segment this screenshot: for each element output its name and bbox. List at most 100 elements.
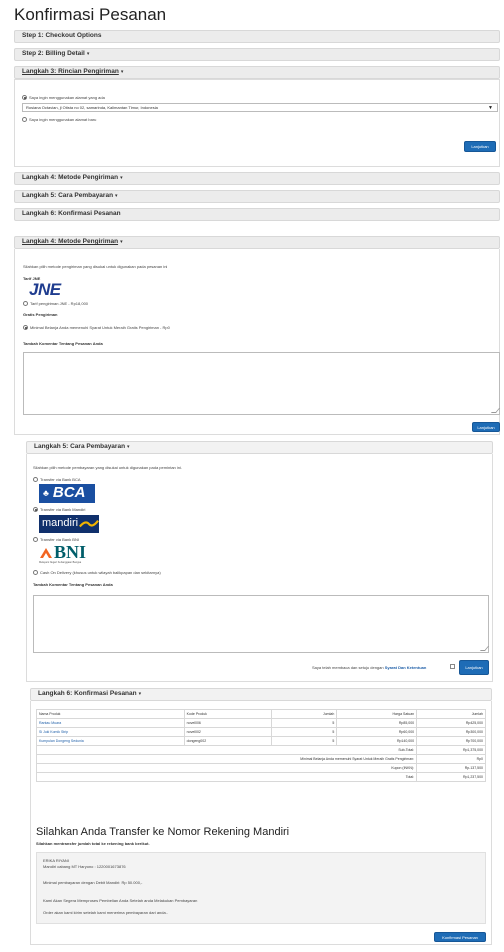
min-payment-note: Minimal pembayaran dengan Debit Mandiri:…: [43, 880, 143, 885]
new-address-label: Saya ingin menggunakan alamat baru: [29, 117, 97, 122]
step-3-title: Langkah 3: Rincian Pengiriman: [22, 68, 119, 76]
bca-emblem-icon: ♣: [43, 487, 49, 498]
account-name: ERIKA RIYANI: [43, 858, 69, 863]
address-select[interactable]: Rosiana Octavian, jl Otista no 02, samar…: [22, 103, 498, 112]
header-product-code: Kode Produk: [183, 709, 273, 719]
bca-logo: ♣ BCA: [39, 484, 95, 503]
radio-mandiri[interactable]: [33, 507, 38, 512]
product-price: Rp60,000: [336, 727, 418, 737]
bni-tagline: Melayani Negeri Kebanggaan Bangsa: [39, 561, 82, 564]
caret-icon: ▾: [127, 444, 130, 451]
shipping-note: Order akan kami kirim setelah kami mener…: [43, 910, 168, 915]
terms-checkbox[interactable]: [450, 664, 455, 669]
product-qty: 5: [271, 727, 338, 737]
step-1-title: Step 1: Checkout Options: [22, 32, 102, 40]
terms-prefix: Saya telah membaca dan setuju dengan: [312, 665, 384, 670]
bni-logo-text: BNI: [54, 542, 87, 562]
table-row: Si Juki Komik Strip novel002 5 Rp60,000 …: [36, 727, 486, 737]
product-total: Rp300,000: [416, 727, 486, 737]
panel-step-5-collapsed[interactable]: Langkah 5: Cara Pembayaran ▾: [14, 190, 500, 203]
subtotal-label: Sub-Total:: [35, 745, 418, 755]
order-table: Nama Produk Kode Produk Jumlah Harga Sat…: [35, 709, 486, 782]
product-code: novel002: [183, 727, 273, 737]
transfer-subheading: Silahkan mentransfer jumlah total ke rek…: [36, 841, 150, 846]
shipping-intro: Silahkan pilih metode pengiriman yang di…: [23, 264, 168, 269]
address-select-value: Rosiana Octavian, jl Otista no 02, samar…: [26, 105, 158, 110]
panel-step-2[interactable]: Step 2: Billing Detail ▾: [14, 48, 500, 61]
product-total: Rp425,000: [416, 718, 486, 728]
continue-button-step3[interactable]: Lanjutkan: [464, 141, 496, 152]
panel-step-5[interactable]: Langkah 5: Cara Pembayaran ▾: [26, 441, 493, 454]
radio-jne[interactable]: [23, 301, 28, 306]
free-shipping-total-label: Minimal Belanja Anda memenuhi Syarat Unt…: [35, 754, 418, 764]
product-qty: 5: [271, 736, 338, 746]
select-arrow-icon: ▼: [488, 105, 493, 111]
panel-step-4-collapsed[interactable]: Langkah 4: Metode Pengiriman ▾: [14, 172, 500, 185]
caret-icon: ▾: [120, 175, 123, 182]
bca-option-label: Transfer via Bank BCA: [40, 477, 81, 482]
continue-button-step4[interactable]: Lanjutkan: [472, 422, 500, 432]
caret-icon: ▾: [120, 239, 123, 246]
bca-logo-text: BCA: [52, 484, 86, 502]
caret-icon: ▾: [115, 193, 118, 200]
totals-row: Kupon (INKN): Rp-137,500: [35, 763, 486, 773]
product-code: dongeng002: [183, 736, 273, 746]
radio-bca[interactable]: [33, 477, 38, 482]
product-price: Rp85,000: [336, 718, 418, 728]
free-shipping-heading: Gratis Pengiriman: [23, 312, 58, 317]
product-link[interactable]: Rantau Muara: [36, 718, 185, 728]
page-title: Konfirmasi Pesanan: [14, 5, 167, 24]
radio-free-shipping[interactable]: [23, 325, 28, 330]
header-total: Jumlah: [416, 709, 486, 719]
grand-total-label: Total:: [35, 772, 418, 782]
cod-option-label: Cash On Delivery (khusus untuk wilayah b…: [40, 570, 161, 575]
account-number: Mandiri cabang MT Haryono : 122000167387…: [43, 864, 126, 869]
coupon-label: Kupon (INKN):: [35, 763, 418, 773]
caret-icon: ▾: [138, 691, 142, 698]
mandiri-wave-icon: [79, 520, 99, 528]
radio-bni[interactable]: [33, 537, 38, 542]
step-6-title: Langkah 6: Konfirmasi Pesanan: [22, 210, 121, 218]
step-5-title-expanded: Langkah 5: Cara Pembayaran: [34, 443, 126, 451]
radio-cod[interactable]: [33, 570, 38, 575]
radio-new-address[interactable]: [22, 117, 27, 122]
panel-step-6[interactable]: Langkah 6: Konfirmasi Pesanan ▾: [30, 688, 492, 701]
payment-comment-textarea[interactable]: [33, 595, 489, 653]
confirm-order-button[interactable]: Konfirmasi Pesanan: [434, 932, 486, 942]
header-product-name: Nama Produk: [36, 709, 185, 719]
processing-note: Kami Akan Segera Memproses Pembelian And…: [43, 898, 198, 903]
panel-step-3-body: [14, 79, 500, 167]
totals-row: Sub-Total: Rp1,375,000: [35, 745, 486, 755]
product-total: Rp700,000: [416, 736, 486, 746]
step-6-title-expanded: Langkah 6: Konfirmasi Pesanan: [38, 690, 137, 698]
jne-logo: JNE: [29, 280, 61, 299]
product-link[interactable]: Kumpulan Dongeng Sedunia: [36, 736, 185, 746]
grand-total-value: Rp1,237,500: [416, 772, 486, 782]
product-link[interactable]: Si Juki Komik Strip: [36, 727, 185, 737]
terms-link[interactable]: Syarat Dan Ketentuan: [385, 665, 427, 670]
radio-existing-address[interactable]: [22, 95, 27, 100]
panel-step-3[interactable]: Langkah 3: Rincian Pengiriman ▾: [14, 66, 500, 79]
caret-icon: ▾: [86, 51, 90, 58]
mandiri-option-label: Transfer via Bank Mandiri: [40, 507, 86, 512]
order-table-header: Nama Produk Kode Produk Jumlah Harga Sat…: [36, 709, 486, 719]
transfer-heading: Silahkan Anda Transfer ke Nomor Rekening…: [36, 826, 290, 838]
continue-button-step5[interactable]: Lanjutkan: [459, 660, 489, 675]
payment-intro: Silahkan pilih metode pembayaran yang di…: [33, 465, 182, 470]
payment-comment-label: Tambah Komentar Tentang Pesanan Anda: [33, 582, 113, 587]
free-shipping-total-value: Rp0: [416, 754, 486, 764]
coupon-value: Rp-137,500: [416, 763, 486, 773]
header-quantity: Jumlah: [271, 709, 338, 719]
panel-step-4[interactable]: Langkah 4: Metode Pengiriman ▾: [14, 236, 500, 249]
totals-row: Total: Rp1,237,500: [35, 772, 486, 782]
existing-address-label: Saya ingin menggunakan alamat yang ada: [29, 95, 105, 100]
caret-icon: ▾: [120, 69, 124, 76]
header-unit-price: Harga Satuan: [336, 709, 418, 719]
free-shipping-option-label: Minimal Belanja Anda memenuhi Syarat Unt…: [30, 325, 170, 330]
totals-row: Minimal Belanja Anda memenuhi Syarat Unt…: [35, 754, 486, 764]
table-row: Rantau Muara novel006 5 Rp85,000 Rp425,0…: [36, 718, 486, 728]
panel-step-6-collapsed[interactable]: Langkah 6: Konfirmasi Pesanan: [14, 208, 500, 221]
product-qty: 5: [271, 718, 338, 728]
shipping-comment-textarea[interactable]: [23, 352, 500, 415]
panel-step-1[interactable]: Step 1: Checkout Options: [14, 30, 500, 43]
